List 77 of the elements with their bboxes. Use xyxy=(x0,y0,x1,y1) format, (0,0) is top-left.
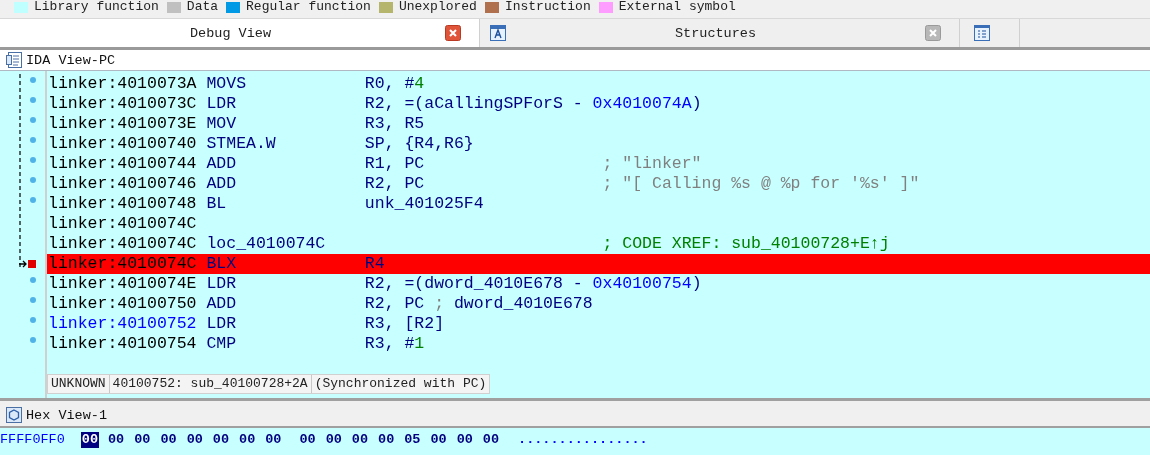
address: linker:40100748 xyxy=(48,194,198,214)
legend-label: External symbol xyxy=(618,0,736,14)
operands: R3, R5 xyxy=(364,114,426,134)
hex-byte[interactable]: 05 xyxy=(403,432,422,448)
address: linker:4010073C xyxy=(48,94,198,114)
operands: R2, PC xyxy=(364,174,426,194)
address: linker:4010074C xyxy=(48,234,198,254)
mnemonic: MOV xyxy=(206,114,238,134)
mnemonic: loc_4010074C xyxy=(206,234,327,254)
hex-byte[interactable]: 00 xyxy=(211,432,231,448)
hex-byte[interactable]: 00 xyxy=(324,432,343,448)
address: linker:4010074E xyxy=(48,274,198,294)
mnemonic: ADD xyxy=(206,174,238,194)
address: linker:40100750 xyxy=(48,294,198,314)
address: linker:4010073A xyxy=(48,74,198,94)
address: linker:4010074C xyxy=(48,254,198,274)
operands: R0, #4 xyxy=(364,74,426,94)
structure-icon xyxy=(490,25,506,41)
hex-byte[interactable]: 00 xyxy=(264,432,283,448)
hex-byte[interactable]: 00 xyxy=(133,432,152,448)
legend-label: Library function xyxy=(34,0,159,14)
hex-byte[interactable]: 00 xyxy=(159,432,178,448)
hex-icon xyxy=(6,407,22,423)
status-text: UNKNOWN xyxy=(48,375,110,393)
comment: ; CODE XREF: sub_40100728+E↑j xyxy=(601,234,890,254)
status-text: 40100752: sub_40100728+2A xyxy=(109,375,312,393)
address: linker:40100746 xyxy=(48,174,198,194)
operands: R2, PC ; dword_4010E678 xyxy=(364,294,594,314)
ascii-text: ................ xyxy=(518,432,648,448)
comment: ; "linker" xyxy=(602,154,702,174)
operands: unk_401025F4 xyxy=(364,194,485,214)
mnemonic: BLX xyxy=(206,254,238,274)
address: linker:40100754 xyxy=(48,334,198,354)
status-text: (Synchronized with PC) xyxy=(313,375,488,393)
hex-byte[interactable]: 00 xyxy=(238,432,257,448)
hex-byte[interactable]: 00 xyxy=(107,432,126,448)
legend-label: Unexplored xyxy=(398,0,477,14)
tab[interactable]: Debug View xyxy=(0,19,480,47)
address: linker:40100752 xyxy=(48,314,198,334)
mnemonic: ADD xyxy=(206,294,238,314)
close-icon xyxy=(925,25,941,41)
close-icon xyxy=(445,25,461,41)
address: linker:4010073E xyxy=(48,114,198,134)
hex-byte[interactable]: 00 xyxy=(185,432,204,448)
mnemonic: MOVS xyxy=(206,74,248,94)
mnemonic: STMEA.W xyxy=(206,134,277,154)
list-icon xyxy=(974,25,990,41)
hex-address: FFFF0FF0 xyxy=(0,432,65,447)
mnemonic: LDR xyxy=(206,314,238,334)
hex-byte[interactable]: 00 xyxy=(481,432,501,448)
mnemonic: BL xyxy=(206,194,228,214)
hex-byte[interactable]: 00 xyxy=(350,432,370,448)
operands: R3, #1 xyxy=(364,334,426,354)
comment: ; "[ Calling %s @ %p for '%s' ]" xyxy=(602,174,920,194)
legend-label: Data xyxy=(186,0,219,14)
hex-byte[interactable]: 00 xyxy=(80,432,99,448)
operands: R2, =(aCallingSPForS - 0x4010074A) xyxy=(364,94,702,114)
address: linker:40100740 xyxy=(48,134,198,154)
operands: R1, PC xyxy=(364,154,426,174)
hex-byte[interactable]: 00 xyxy=(429,432,448,448)
operands: R4 xyxy=(364,254,386,274)
address: linker:4010074C xyxy=(48,214,198,234)
legend-label: Instruction xyxy=(504,0,591,14)
pane-title: Hex View-1 xyxy=(26,407,107,423)
hex-byte[interactable]: 00 xyxy=(298,432,317,448)
pane-title: IDA View-PC xyxy=(26,52,116,68)
operands: R3, [R2] xyxy=(364,314,446,334)
mnemonic: LDR xyxy=(206,94,238,114)
mnemonic: ADD xyxy=(206,154,238,174)
mnemonic: LDR xyxy=(206,274,238,294)
hex-byte[interactable]: 00 xyxy=(455,432,474,448)
mnemonic: CMP xyxy=(206,334,238,354)
operands: R2, =(dword_4010E678 - 0x40100754) xyxy=(364,274,702,294)
hex-byte[interactable]: 00 xyxy=(377,432,396,448)
operands: SP, {R4,R6} xyxy=(364,134,475,154)
address: linker:40100744 xyxy=(48,154,198,174)
legend-label: Regular function xyxy=(246,0,371,14)
